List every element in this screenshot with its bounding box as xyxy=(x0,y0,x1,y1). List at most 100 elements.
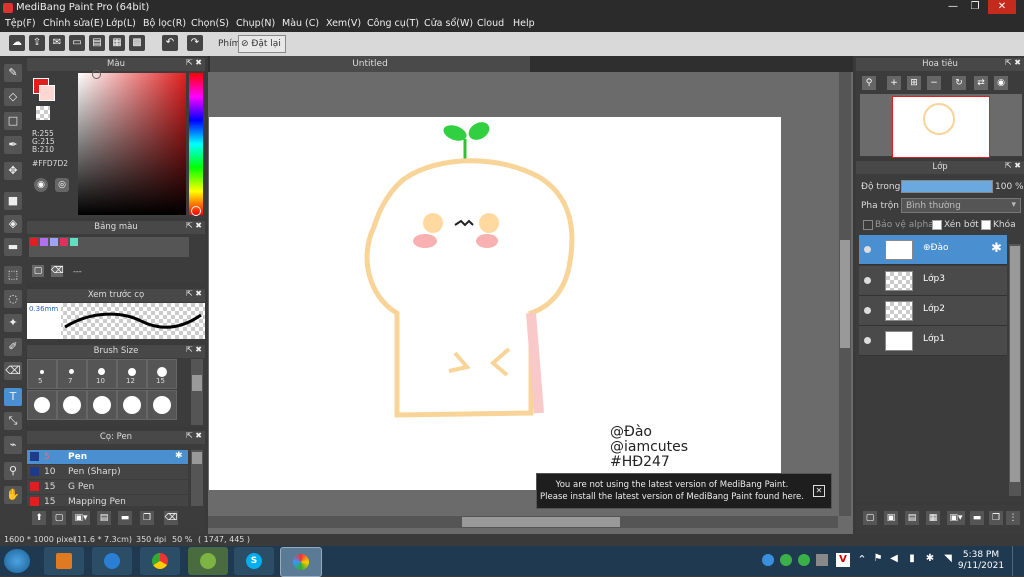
brush-size-large-3[interactable] xyxy=(87,390,117,420)
maximize-button[interactable]: ❐ xyxy=(964,0,986,14)
minimize-button[interactable]: — xyxy=(942,0,964,14)
brush-doc-icon[interactable]: ▤ xyxy=(97,511,111,525)
menu-file[interactable]: Tệp(F) xyxy=(5,18,36,29)
new-image-layer-icon[interactable]: ▣ xyxy=(884,511,898,525)
scroll-thumb[interactable] xyxy=(840,240,850,348)
scroll-thumb[interactable] xyxy=(1010,246,1020,482)
undo-icon[interactable]: ↶ xyxy=(162,35,178,51)
zoom-icon[interactable]: ⚲ xyxy=(862,76,876,90)
fit-icon[interactable]: ⊞ xyxy=(907,76,921,90)
brush-size-12[interactable]: 12 xyxy=(117,359,147,389)
layer-row-lop3[interactable]: Lớp3 xyxy=(859,266,1007,296)
brush-list-scrollbar[interactable] xyxy=(191,450,203,506)
palette-swatch-lavender[interactable] xyxy=(50,238,58,246)
visibility-eye-icon[interactable] xyxy=(864,246,871,253)
menu-layer[interactable]: Lớp(L) xyxy=(106,18,136,29)
flip-icon[interactable]: ⇄ xyxy=(974,76,988,90)
tray-power-icon[interactable]: ▮ xyxy=(906,553,918,567)
trash-icon[interactable]: ⌫ xyxy=(164,511,178,525)
menu-window[interactable]: Cửa sổ(W) xyxy=(424,18,473,29)
tray-bluetooth-icon[interactable]: ✱ xyxy=(924,553,936,567)
select-pen-icon[interactable]: ✐ xyxy=(4,338,22,356)
duplicate-icon[interactable]: ❐ xyxy=(140,511,154,525)
medibang-task-icon[interactable] xyxy=(280,547,322,577)
menu-capture[interactable]: Chụp(N) xyxy=(236,18,275,29)
media-player-task-icon[interactable] xyxy=(44,547,84,575)
new-palette-icon[interactable]: ▢ xyxy=(32,265,44,277)
reset-view-icon[interactable]: ◉ xyxy=(994,76,1008,90)
menu-view[interactable]: Xem(V) xyxy=(326,18,361,29)
brush-size-scrollbar[interactable] xyxy=(191,359,203,425)
panel-buttons-icon[interactable]: ⇱ ✖ xyxy=(1005,161,1021,170)
panel-buttons-icon[interactable]: ⇱ ✖ xyxy=(186,431,202,440)
menu-edit[interactable]: Chỉnh sửa(E) xyxy=(43,18,104,29)
tray-check-icon[interactable] xyxy=(798,554,810,566)
page-icon[interactable]: ▤ xyxy=(89,35,105,51)
hue-slider[interactable] xyxy=(189,73,203,215)
layer-type-icon[interactable]: ▦ xyxy=(926,511,940,525)
fill-rect-icon[interactable]: ■ xyxy=(4,192,22,210)
tray-shield-icon[interactable] xyxy=(780,554,792,566)
canvas-paper[interactable]: @Đào @iamcutes #HĐ247 xyxy=(209,117,781,490)
brush-size-large-2[interactable] xyxy=(57,390,87,420)
panel-buttons-icon[interactable]: ⇱ ✖ xyxy=(186,345,202,354)
dropper-tool-icon[interactable]: ⚲ xyxy=(4,462,22,480)
tray-volume-icon[interactable]: ◀ xyxy=(888,553,900,567)
palette-icon[interactable]: ◉ xyxy=(34,178,48,192)
move-tool-icon[interactable]: ✥ xyxy=(4,162,22,180)
brush-size-5[interactable]: 5 xyxy=(27,359,57,389)
tray-wifi-icon[interactable]: ◥ xyxy=(942,553,954,567)
reset-button[interactable]: ⊘ Đặt lại xyxy=(238,35,286,53)
canvas-vertical-scrollbar[interactable] xyxy=(839,72,851,516)
layer-menu-icon[interactable]: ▣▾ xyxy=(947,511,965,525)
folder-icon[interactable]: ▬ xyxy=(970,511,984,525)
select-eraser-icon[interactable]: ⌫ xyxy=(4,362,22,380)
brush-item-pen[interactable]: 5 Pen ✱ xyxy=(27,450,188,464)
text-tool-icon[interactable]: T xyxy=(4,388,22,406)
rotate-icon[interactable]: ↻ xyxy=(952,76,966,90)
new-brush-icon[interactable]: ▢ xyxy=(52,511,66,525)
brush-size-10[interactable]: 10 xyxy=(87,359,117,389)
lock-checkbox[interactable] xyxy=(981,220,991,230)
merge-layer-icon[interactable]: ❐ xyxy=(989,511,1003,525)
layer-row-lop2[interactable]: Lớp2 xyxy=(859,296,1007,326)
palette-swatch-red[interactable] xyxy=(30,238,38,246)
close-button[interactable]: ✕ xyxy=(988,0,1016,14)
select-tool-icon[interactable]: ⬚ xyxy=(4,266,22,284)
scroll-thumb[interactable] xyxy=(462,517,620,527)
chrome-task-icon[interactable] xyxy=(140,547,180,575)
transparent-swatch[interactable] xyxy=(36,106,50,120)
background-color-swatch[interactable] xyxy=(39,85,55,101)
layer-row-dao[interactable]: ⊕Đào ✱ xyxy=(859,235,1007,265)
start-button[interactable] xyxy=(4,549,30,573)
menu-select[interactable]: Chọn(S) xyxy=(191,18,229,29)
menu-filter[interactable]: Bộ lọc(R) xyxy=(143,18,186,29)
skype-task-icon[interactable]: S xyxy=(234,547,274,575)
delete-palette-icon[interactable]: ⌫ xyxy=(51,265,64,277)
layer-row-lop1[interactable]: Lớp1 xyxy=(859,326,1007,356)
visibility-eye-icon[interactable] xyxy=(864,307,871,314)
palette-swatch-teal[interactable] xyxy=(70,238,78,246)
navigator-preview[interactable] xyxy=(860,94,1022,158)
eyedropper-tool-icon[interactable]: ⌁ xyxy=(4,436,22,454)
document-tab[interactable]: Untitled xyxy=(210,56,530,72)
chat-icon[interactable]: ✉ xyxy=(49,35,65,51)
magic-wand-icon[interactable]: ✦ xyxy=(4,314,22,332)
canvas-horizontal-scrollbar[interactable] xyxy=(208,516,838,528)
pen-tool-icon[interactable]: ✒ xyxy=(4,136,22,154)
rect-tool-icon[interactable]: □ xyxy=(4,112,22,130)
brush-size-15[interactable]: 15 xyxy=(147,359,177,389)
panel-buttons-icon[interactable]: ⇱ ✖ xyxy=(186,221,202,230)
saturation-value-picker[interactable] xyxy=(78,73,186,215)
update-notification[interactable]: You are not using the latest version of … xyxy=(536,473,832,509)
clip-checkbox[interactable] xyxy=(932,220,942,230)
layer-scrollbar[interactable] xyxy=(1009,244,1021,496)
panel-buttons-icon[interactable]: ⇱ ✖ xyxy=(186,289,202,298)
tile-icon[interactable]: ▩ xyxy=(129,35,145,51)
menu-help[interactable]: Help xyxy=(513,18,535,29)
opacity-slider[interactable] xyxy=(901,180,993,193)
zoom-in-icon[interactable]: + xyxy=(887,76,901,90)
gradient-tool-icon[interactable]: ▬ xyxy=(4,238,22,256)
show-desktop-button[interactable] xyxy=(1012,546,1024,576)
layer-more-icon[interactable]: ⋮ xyxy=(1006,511,1020,525)
